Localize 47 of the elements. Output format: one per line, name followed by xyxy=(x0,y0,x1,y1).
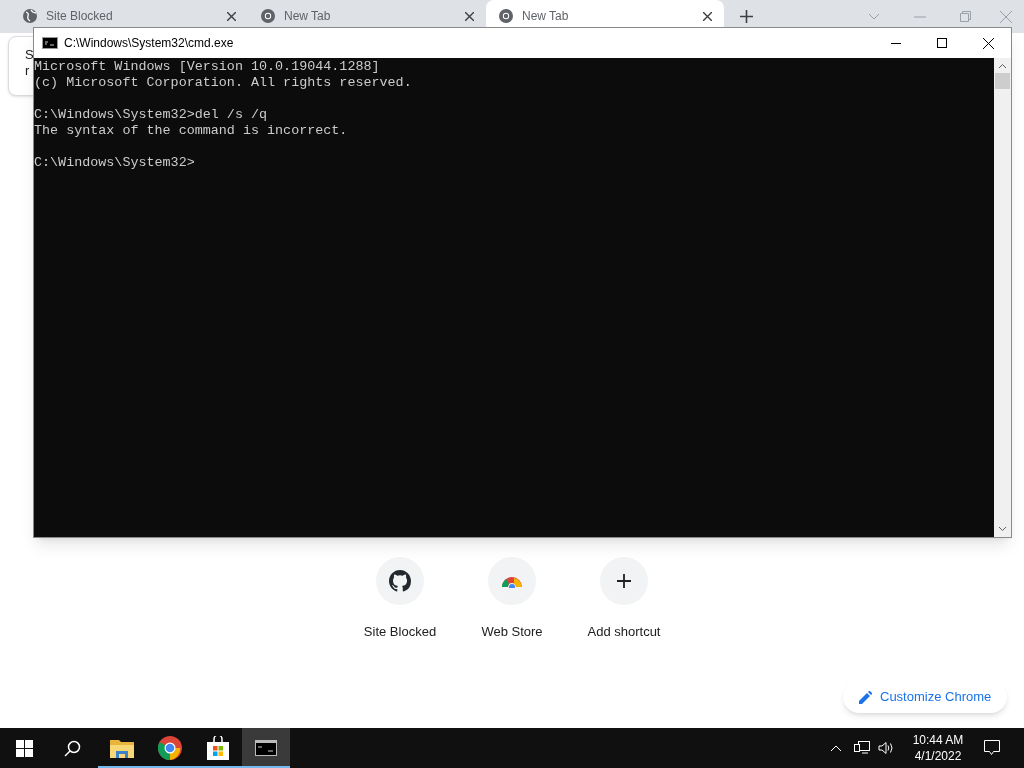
notification-icon[interactable] xyxy=(984,740,1000,756)
card-text: S xyxy=(25,47,34,63)
chrome-icon xyxy=(260,8,276,24)
globe-icon xyxy=(22,8,38,24)
chrome-icon xyxy=(498,8,514,24)
new-tab-icon[interactable] xyxy=(740,10,753,23)
shortcut-tile[interactable]: Web Store xyxy=(471,557,553,642)
console-icon xyxy=(255,740,277,756)
clock-date[interactable]: 4/1/2022 xyxy=(914,748,962,764)
close-icon[interactable] xyxy=(703,11,712,21)
console-line: (c) Microsoft Corporation. All rights reserved. xyxy=(34,75,413,91)
speaker-icon[interactable] xyxy=(878,741,894,755)
browser-tab[interactable]: New Tab xyxy=(486,0,724,27)
browser-tab[interactable]: Site Blocked xyxy=(10,0,248,27)
scrollbar-track[interactable] xyxy=(994,58,1011,537)
clock-time[interactable]: 10:44 AM xyxy=(912,732,964,748)
scroll-up-icon[interactable] xyxy=(998,63,1007,69)
close-icon[interactable] xyxy=(227,11,236,21)
folder-icon xyxy=(110,738,134,758)
console-line: C:\Windows\System32>del /s /q xyxy=(34,107,269,123)
store-bag-icon xyxy=(207,736,229,760)
maximize-icon[interactable] xyxy=(937,38,947,48)
customize-chrome-button[interactable]: Customize Chrome xyxy=(843,681,1008,713)
minimize-icon[interactable] xyxy=(891,42,901,44)
shortcut-tile[interactable]: Add shortcut xyxy=(583,557,665,642)
start-icon[interactable] xyxy=(16,739,33,757)
close-icon[interactable] xyxy=(982,37,994,49)
scroll-down-icon[interactable] xyxy=(998,526,1007,532)
close-icon[interactable] xyxy=(465,11,474,21)
browser-tab[interactable]: New Tab xyxy=(248,0,486,27)
taskbar-app-button[interactable] xyxy=(242,728,290,768)
shortcut-tile[interactable]: Site Blocked xyxy=(359,557,441,642)
console-line: Microsoft Windows [Version 10.0.19044.1288] xyxy=(34,59,381,75)
webstore-icon xyxy=(501,574,523,588)
pencil-icon xyxy=(859,690,872,704)
console-line: C:\Windows\System32> xyxy=(34,155,196,171)
console-icon xyxy=(42,37,58,49)
card-text: r xyxy=(25,63,30,79)
plus-icon xyxy=(617,574,631,588)
github-icon xyxy=(389,570,411,592)
console-line: The syntax of the command is incorrect. xyxy=(34,123,349,139)
network-icon[interactable] xyxy=(854,741,870,755)
chrome-icon xyxy=(158,736,182,760)
window-title: C:\Windows\System32\cmd.exe xyxy=(64,35,234,52)
scroll-thumb[interactable] xyxy=(995,73,1010,89)
search-icon[interactable] xyxy=(64,739,81,757)
chevron-up-icon[interactable] xyxy=(830,744,842,752)
